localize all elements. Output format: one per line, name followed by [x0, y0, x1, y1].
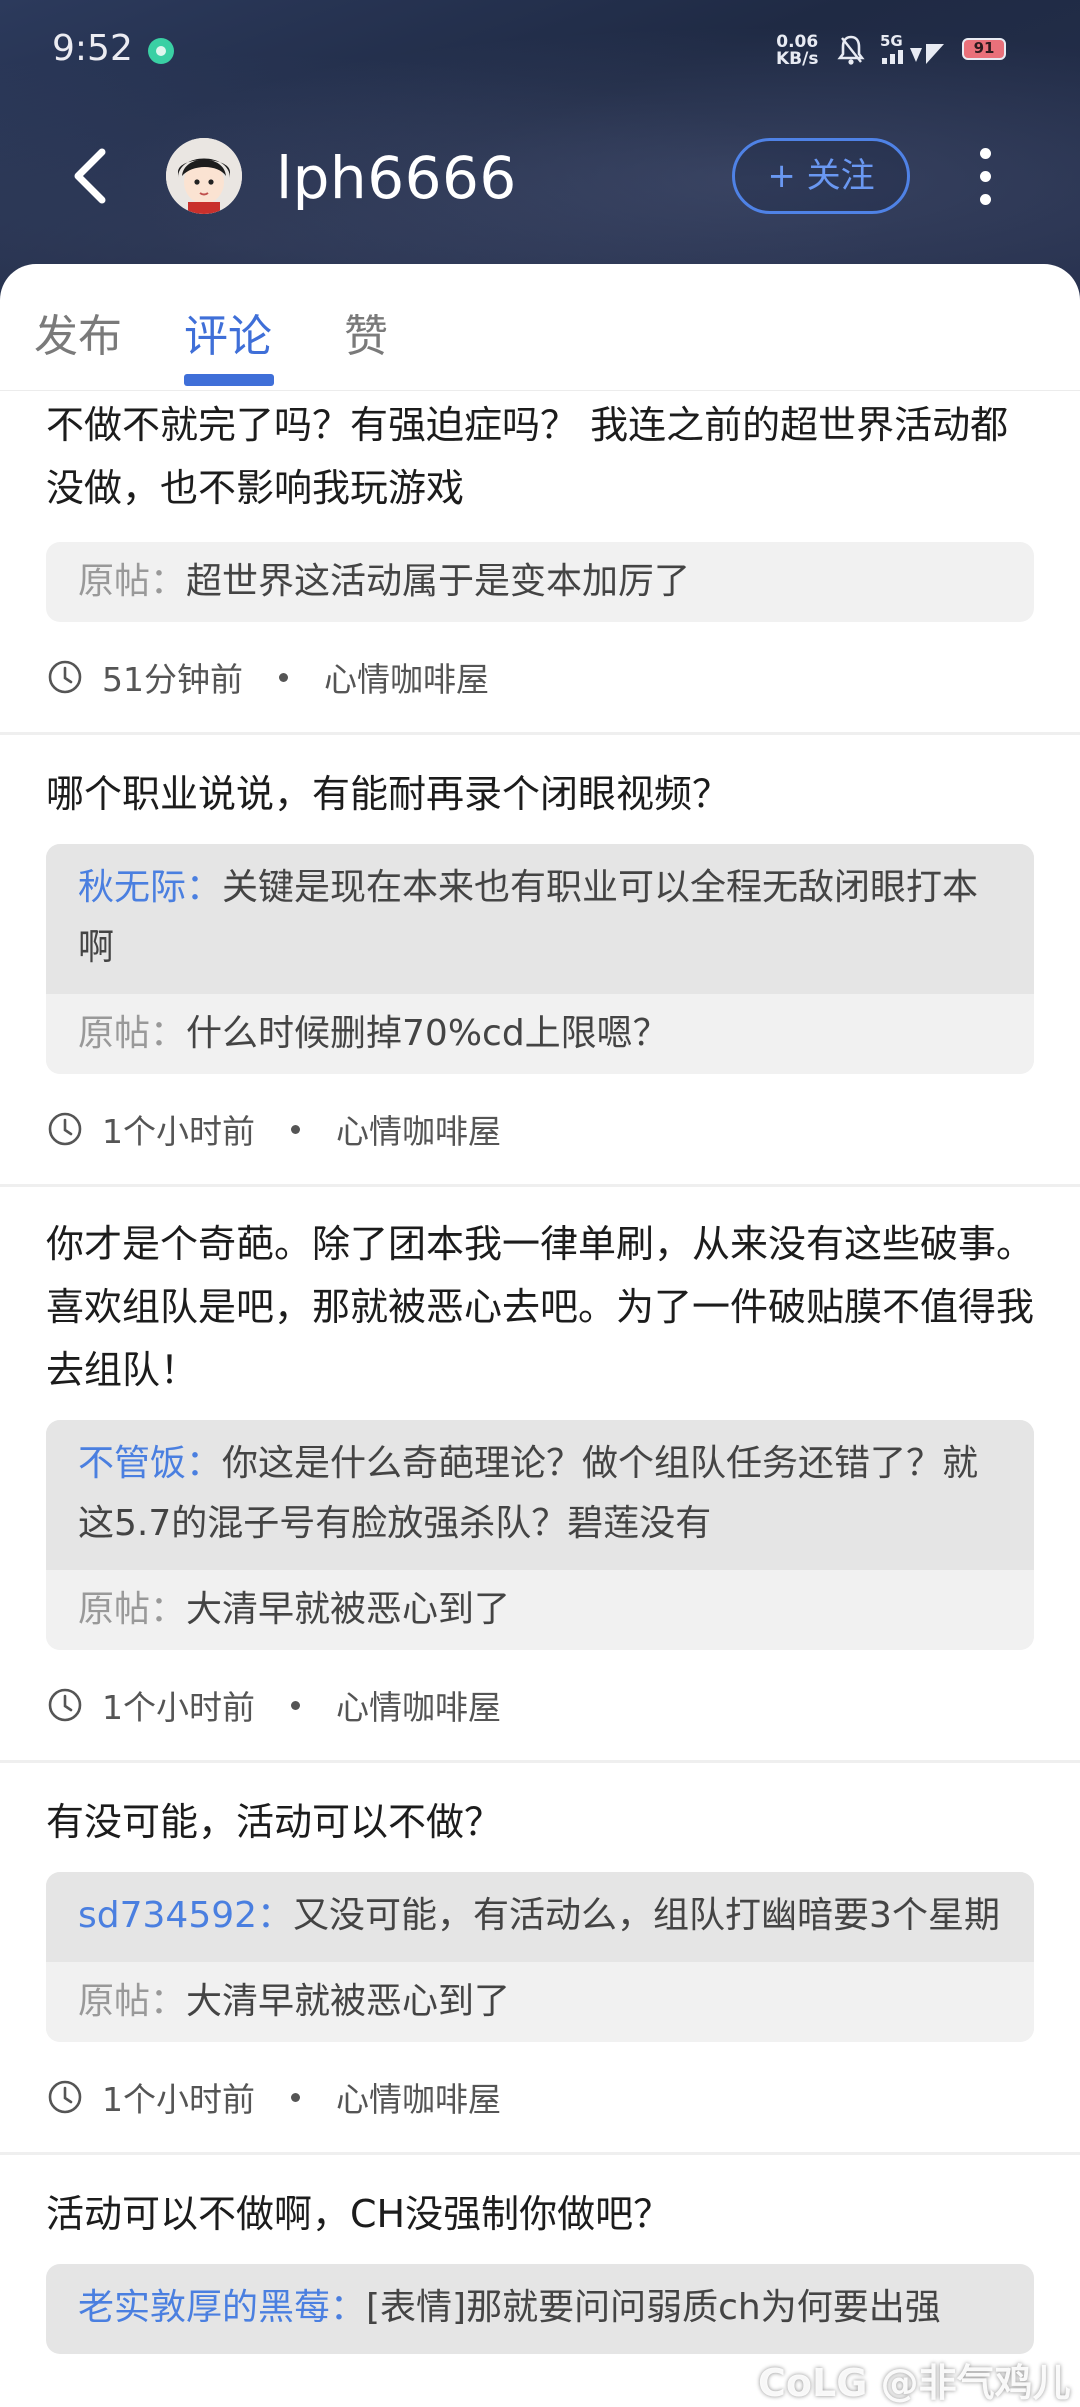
- comment-time: 1个小时前: [102, 1688, 255, 1727]
- quote-box[interactable]: sd734592：又没可能，有活动么，组队打幽暗要3个星期 原帖：大清早就被恶心…: [46, 1872, 1034, 2042]
- comment-text: 活动可以不做啊，CH没强制你做吧？: [46, 2192, 672, 2236]
- follow-button[interactable]: + 关注: [732, 138, 910, 214]
- active-tab-indicator: [184, 374, 274, 386]
- network-speed: 0.06 KB/s: [776, 32, 819, 69]
- original-text: 超世界这活动属于是变本加厉了: [186, 561, 691, 602]
- quoted-reply[interactable]: sd734592：又没可能，有活动么，组队打幽暗要3个星期: [46, 1872, 1034, 1962]
- reply-text: 又没可能，有活动么，组队打幽暗要3个星期: [293, 1895, 1000, 1936]
- quoted-reply[interactable]: 老实敦厚的黑莓：[表情]那就要问问弱质ch为何要出强: [46, 2264, 1034, 2354]
- original-label: 原帖：: [78, 1013, 187, 1054]
- comment-time: 1个小时前: [102, 1112, 255, 1151]
- status-bar: 9:52 0.06 KB/s 5G 91: [0, 0, 1080, 100]
- forum-link[interactable]: 心情咖啡屋: [324, 653, 489, 701]
- comment-item[interactable]: 哪个职业说说，有能耐再录个闭眼视频？ 秋无际：关键是现在本来也有职业可以全程无敌…: [0, 735, 1080, 1187]
- clock-icon: [48, 1112, 82, 1146]
- clock-icon: [48, 2080, 82, 2114]
- quote-box[interactable]: 不管饭：你这是什么奇葩理论？做个组队任务还错了？就这5.7的混子号有脸放强杀队？…: [46, 1420, 1034, 1650]
- comment-text: 哪个职业说说，有能耐再录个闭眼视频？: [46, 772, 731, 816]
- bell-icon: [837, 35, 865, 65]
- original-post[interactable]: 原帖：大清早就被恶心到了: [46, 1570, 1034, 1650]
- quoted-reply[interactable]: 秋无际：关键是现在本来也有职业可以全程无敌闭眼打本啊: [46, 844, 1034, 994]
- status-time: 9:52: [52, 28, 133, 69]
- tab-posts[interactable]: 发布: [34, 300, 122, 364]
- comment-time: 1个小时前: [102, 2080, 255, 2119]
- username: lph6666: [276, 144, 517, 212]
- comment-meta: 1个小时前 心情咖啡屋: [46, 2042, 1034, 2152]
- app-indicator-icon: [148, 38, 174, 64]
- comment-text: 有没可能，活动可以不做？: [46, 1800, 503, 1844]
- original-text: 什么时候删掉70%cd上限嗯？: [186, 1013, 669, 1054]
- comment-time: 51分钟前: [102, 660, 243, 699]
- original-text: 大清早就被恶心到了: [186, 1981, 511, 2022]
- separator-dot: [291, 1124, 300, 1134]
- reply-author[interactable]: 秋无际：: [78, 867, 222, 908]
- clock-icon: [48, 660, 82, 694]
- signal-icon: 5G: [880, 32, 946, 66]
- comment-text: 你才是个奇葩。除了团本我一律单刷，从来没有这些破事。喜欢组队是吧，那就被恶心去吧…: [46, 1222, 1035, 1392]
- reply-text: [表情]那就要问问弱质ch为何要出强: [366, 2287, 941, 2328]
- original-label: 原帖：: [78, 1981, 187, 2022]
- forum-link[interactable]: 心情咖啡屋: [336, 2073, 501, 2121]
- original-post[interactable]: 原帖：什么时候删掉70%cd上限嗯？: [46, 994, 1034, 1074]
- quote-box[interactable]: 原帖：超世界这活动属于是变本加厉了: [46, 542, 1034, 622]
- clock-icon: [48, 1688, 82, 1722]
- comment-meta: 51分钟前 心情咖啡屋: [46, 622, 1034, 732]
- original-label: 原帖：: [78, 1589, 187, 1630]
- profile-header: 9:52 0.06 KB/s 5G 91 lph6666 + 关注: [0, 0, 1080, 300]
- watermark: CoLG @非气鸡儿: [758, 2361, 1071, 2405]
- comment-item[interactable]: 你才是个奇葩。除了团本我一律单刷，从来没有这些破事。喜欢组队是吧，那就被恶心去吧…: [0, 1187, 1080, 1763]
- avatar[interactable]: [166, 138, 242, 214]
- reply-author[interactable]: 不管饭：: [78, 1443, 222, 1484]
- comment-text: 不做不就完了吗？有强迫症吗？ 我连之前的超世界活动都没做，也不影响我玩游戏: [46, 403, 1009, 510]
- quoted-reply[interactable]: 不管饭：你这是什么奇葩理论？做个组队任务还错了？就这5.7的混子号有脸放强杀队？…: [46, 1420, 1034, 1570]
- separator-dot: [291, 1700, 300, 1710]
- comment-meta: 1个小时前 心情咖啡屋: [46, 1074, 1034, 1184]
- back-arrow-icon[interactable]: [70, 148, 110, 204]
- original-label: 原帖：: [78, 561, 187, 602]
- quote-box[interactable]: 老实敦厚的黑莓：[表情]那就要问问弱质ch为何要出强: [46, 2264, 1034, 2354]
- comment-item[interactable]: 活动可以不做啊，CH没强制你做吧？ 老实敦厚的黑莓：[表情]那就要问问弱质ch为…: [0, 2155, 1080, 2354]
- battery-icon: 91: [962, 38, 1006, 60]
- original-post[interactable]: 原帖：大清早就被恶心到了: [46, 1962, 1034, 2042]
- comment-item[interactable]: 不做不就完了吗？有强迫症吗？ 我连之前的超世界活动都没做，也不影响我玩游戏 原帖…: [0, 390, 1080, 735]
- forum-link[interactable]: 心情咖啡屋: [336, 1681, 501, 1729]
- original-text: 大清早就被恶心到了: [186, 1589, 511, 1630]
- original-post[interactable]: 原帖：超世界这活动属于是变本加厉了: [46, 542, 1034, 622]
- reply-author[interactable]: sd734592：: [78, 1895, 293, 1936]
- comment-meta: 1个小时前 心情咖啡屋: [46, 1650, 1034, 1760]
- tab-bar: 发布 评论 赞: [0, 264, 1080, 391]
- reply-author[interactable]: 老实敦厚的黑莓：: [78, 2287, 366, 2328]
- quote-box[interactable]: 秋无际：关键是现在本来也有职业可以全程无敌闭眼打本啊 原帖：什么时候删掉70%c…: [46, 844, 1034, 1074]
- tab-likes[interactable]: 赞: [344, 300, 388, 364]
- comment-feed: 不做不就完了吗？有强迫症吗？ 我连之前的超世界活动都没做，也不影响我玩游戏 原帖…: [0, 390, 1080, 2400]
- separator-dot: [291, 2092, 300, 2102]
- comment-item[interactable]: 有没可能，活动可以不做？ sd734592：又没可能，有活动么，组队打幽暗要3个…: [0, 1763, 1080, 2155]
- tab-comments[interactable]: 评论: [184, 300, 272, 364]
- forum-link[interactable]: 心情咖啡屋: [336, 1105, 501, 1153]
- more-vertical-icon[interactable]: [970, 142, 1000, 212]
- separator-dot: [279, 672, 288, 682]
